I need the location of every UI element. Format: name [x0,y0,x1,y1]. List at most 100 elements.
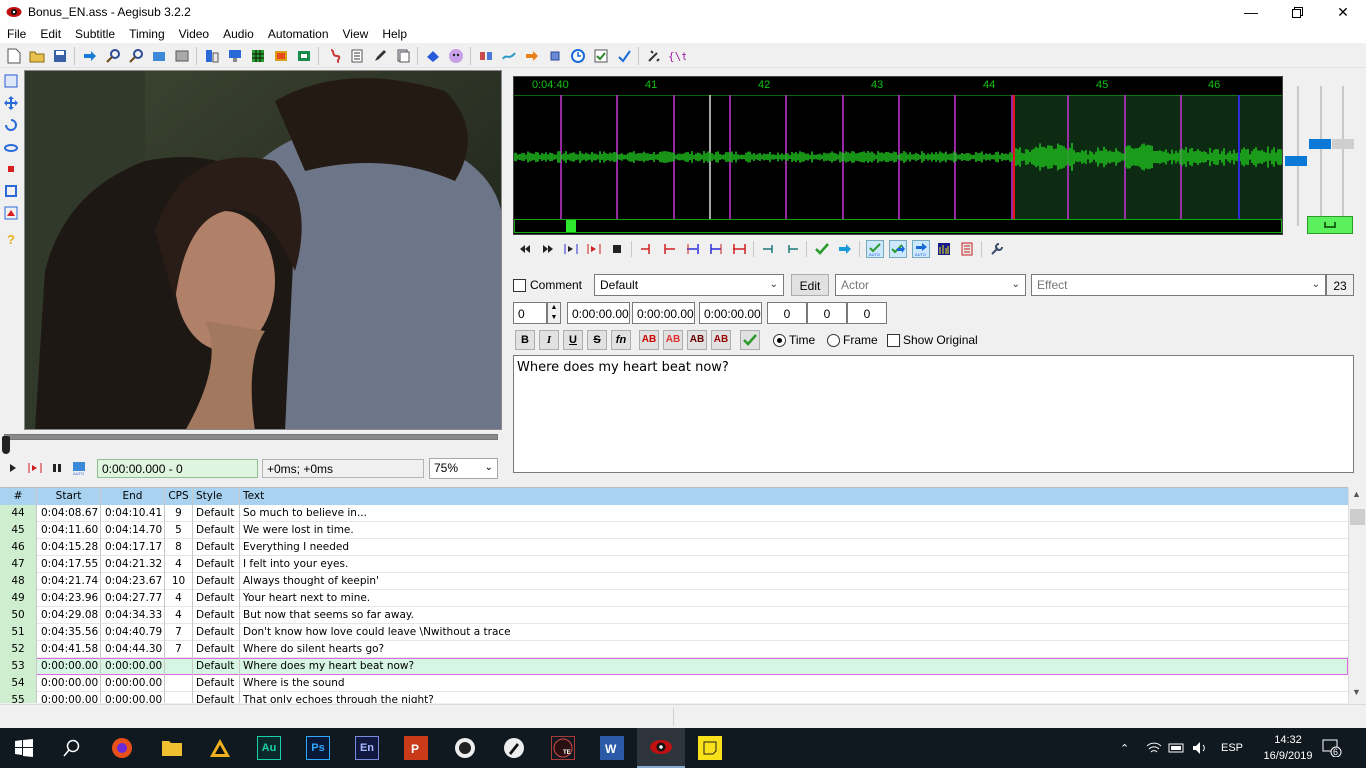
play-line-button[interactable] [26,459,44,477]
col-header-style[interactable]: Style [193,488,240,505]
shadow-color-button[interactable]: AB [711,330,731,350]
video-clip-button[interactable] [173,47,191,65]
table-row[interactable]: 48 0:04:21.74 0:04:23.67 10 Default Always th… [0,573,1348,590]
grid-scrollbar[interactable]: ▲ ▼ [1348,487,1366,703]
menu-view[interactable]: View [336,27,376,41]
attachments-button[interactable] [249,47,267,65]
stop-audio-button[interactable] [608,240,626,258]
zoom-in-button[interactable] [104,47,122,65]
kanji-timer-button[interactable] [424,47,442,65]
audio-scrollbar[interactable] [514,219,1282,233]
grid-scroll-thumb[interactable] [1350,509,1365,525]
menu-edit[interactable]: Edit [33,27,68,41]
play-to-end-button[interactable] [730,240,748,258]
show-original-checkbox[interactable] [887,334,900,347]
col-header-text[interactable]: Text [240,488,1348,505]
actor-field[interactable]: Actor ⌄ [835,274,1026,296]
taskbar-word[interactable]: W [600,736,624,760]
video-time-field[interactable]: 0:00:00.000 - 0 [97,459,258,478]
taskbar-typing-tool[interactable]: TE [551,736,575,760]
previous-line-button[interactable] [516,240,534,258]
menu-file[interactable]: File [0,27,33,41]
commit-edit-button[interactable] [740,330,760,350]
play-after-start-button[interactable] [661,240,679,258]
menu-video[interactable]: Video [172,27,216,41]
vertical-zoom-slider[interactable] [1309,139,1331,149]
table-row[interactable]: 51 0:04:35.56 0:04:40.79 7 Default Don't know… [0,624,1348,641]
table-row[interactable]: 50 0:04:29.08 0:04:34.33 4 Default But now th… [0,607,1348,624]
auto-scroll-toggle[interactable]: AUTO [911,240,930,258]
table-row[interactable]: 55 0:00:00.00 0:00:00.00 Default That only e… [0,692,1348,703]
menu-timing[interactable]: Timing [122,27,172,41]
start-button[interactable] [12,736,36,760]
margin-vertical-field[interactable]: 0 [847,302,887,324]
rotate-z-button[interactable] [3,117,19,133]
maximize-button[interactable] [1274,0,1320,24]
snap-button[interactable] [523,47,541,65]
input-language[interactable]: ESP [1221,728,1243,768]
spell-check-button[interactable] [371,47,389,65]
open-file-button[interactable] [28,47,46,65]
col-header-number[interactable]: # [0,488,37,505]
scale-tool-button[interactable] [3,161,19,177]
col-header-end[interactable]: End [101,488,165,505]
seek-thumb[interactable] [2,436,10,454]
shift-times-button[interactable] [477,47,495,65]
table-row[interactable]: 44 0:04:08.67 0:04:10.41 9 Default So much to… [0,505,1348,522]
end-time-field[interactable]: 0:00:00.00 [632,302,695,324]
style-select[interactable]: Default ⌄ [594,274,784,296]
menu-help[interactable]: Help [375,27,414,41]
spectrum-toggle[interactable] [935,240,953,258]
lead-out-button[interactable] [783,240,801,258]
comment-checkbox[interactable] [513,279,526,292]
play-before-start-button[interactable] [638,240,656,258]
frame-radio[interactable] [827,334,840,347]
stop-button[interactable] [546,47,564,65]
rotate-xy-button[interactable] [3,139,19,155]
standard-tool-button[interactable] [3,73,19,89]
italic-button[interactable]: I [539,330,559,350]
menu-audio[interactable]: Audio [216,27,261,41]
scroll-up-icon[interactable]: ▲ [1352,489,1361,499]
scroll-down-icon[interactable]: ▼ [1352,687,1361,697]
menu-subtitle[interactable]: Subtitle [68,27,122,41]
about-button[interactable] [447,47,465,65]
jump-to-button[interactable] [81,47,99,65]
styles-manager-button[interactable] [203,47,221,65]
video-details-button[interactable] [150,47,168,65]
auto-commit-toggle[interactable]: AUTO [865,240,884,258]
duration-field[interactable]: 0:00:00.00 [699,302,762,324]
secondary-color-button[interactable]: AB [663,330,683,350]
taskbar-aegisub[interactable] [637,728,685,768]
minimize-button[interactable]: — [1228,0,1274,24]
taskbar-powerpoint[interactable]: P [404,736,428,760]
lead-in-button[interactable] [760,240,778,258]
clip-tool-button[interactable] [3,183,19,199]
taskbar-audition[interactable]: Au [257,736,281,760]
search-button[interactable] [60,736,84,760]
time-radio[interactable] [773,334,786,347]
autoscroll-toggle[interactable]: AUTO [70,459,88,477]
spellcheck-button[interactable] [615,47,633,65]
show-hidden-icons[interactable]: ⌃ [1120,728,1129,768]
play-current-line-button[interactable] [585,240,603,258]
play-selection-button[interactable] [562,240,580,258]
save-button[interactable] [51,47,69,65]
start-time-field[interactable]: 0:00:00.00 [567,302,630,324]
resample-button[interactable] [295,47,313,65]
audio-options-button[interactable] [988,240,1006,258]
taskbar-obs[interactable] [453,736,477,760]
layer-field[interactable]: 0 [513,302,547,324]
video-display[interactable] [24,70,502,430]
zoom-out-button[interactable] [127,47,145,65]
table-row[interactable]: 46 0:04:15.28 0:04:17.17 8 Default Everything… [0,539,1348,556]
network-button[interactable] [1146,728,1162,768]
taskbar-sticky-notes[interactable] [698,736,722,760]
translation-button[interactable] [348,47,366,65]
timing-postprocessor-button[interactable] [500,47,518,65]
play-before-end-button[interactable] [684,240,702,258]
taskbar-photoshop[interactable]: Ps [306,736,330,760]
help-button[interactable]: ? [3,231,19,247]
subtitle-text-editor[interactable]: Where does my heart beat now? [513,355,1354,473]
volume-button[interactable] [1192,728,1208,768]
